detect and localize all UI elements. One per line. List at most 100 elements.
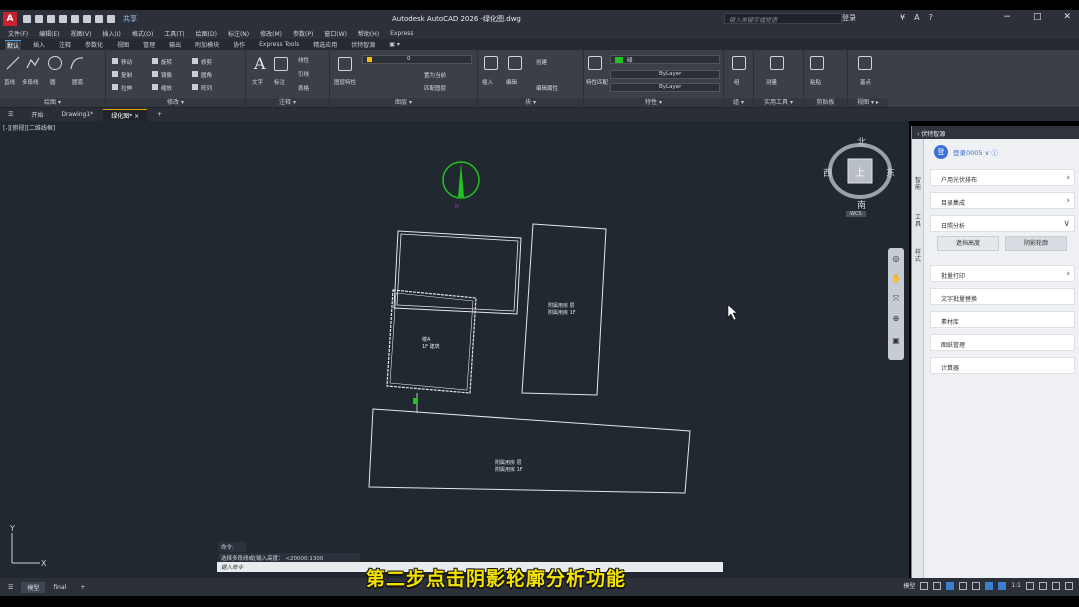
base-point-icon[interactable] bbox=[858, 56, 872, 70]
layer-match-label[interactable]: 匹配图层 bbox=[424, 84, 446, 92]
shadow-outline-button[interactable]: 阴影轮廓 bbox=[1005, 236, 1067, 251]
north-arrow[interactable] bbox=[442, 161, 480, 199]
panel-item-text-replace[interactable]: 文字批量替换 bbox=[930, 288, 1075, 305]
panel-item-pv-layout[interactable]: 户用光伏排布 › bbox=[930, 169, 1075, 186]
modify-array-label[interactable]: 阵列 bbox=[201, 84, 212, 92]
menu-item-express[interactable]: Express bbox=[390, 30, 413, 37]
lineweight-dropdown[interactable]: ByLayer bbox=[610, 83, 720, 92]
sign-in-button[interactable]: 登录 bbox=[842, 13, 856, 23]
obstruction-height-button[interactable]: 遮挡高度 bbox=[937, 236, 999, 251]
circle-icon[interactable] bbox=[48, 56, 62, 70]
copy-icon[interactable] bbox=[112, 71, 118, 77]
workspace-gear-icon[interactable] bbox=[1026, 581, 1034, 590]
annot-leader-label[interactable]: 引线 bbox=[298, 70, 309, 78]
annotation-scale[interactable]: 1:1 bbox=[1011, 582, 1021, 589]
avatar[interactable]: 登 bbox=[934, 145, 948, 159]
orbit-icon[interactable]: ⊕ bbox=[891, 314, 901, 324]
add-layout-button[interactable]: + bbox=[74, 583, 91, 592]
tab-insert[interactable]: 插入 bbox=[31, 40, 47, 49]
share-button[interactable]: 共享 bbox=[123, 14, 137, 24]
measure-icon[interactable] bbox=[770, 56, 784, 70]
viewcube-top-face[interactable]: 上 bbox=[855, 164, 865, 179]
ribbon-group-block-label[interactable]: 块 ▾ bbox=[478, 98, 583, 107]
polar-icon[interactable] bbox=[959, 581, 968, 590]
edit-block-icon[interactable] bbox=[508, 56, 522, 70]
viewcube-west[interactable]: 西 bbox=[823, 166, 832, 179]
tab-output[interactable]: 输出 bbox=[167, 40, 183, 49]
minimize-button[interactable]: − bbox=[1003, 12, 1011, 22]
building-b-outline[interactable] bbox=[393, 230, 522, 315]
trim-icon[interactable] bbox=[192, 58, 198, 64]
color-dropdown[interactable]: 绿 bbox=[610, 55, 720, 64]
osnap-icon[interactable] bbox=[972, 581, 981, 590]
menu-item-insert[interactable]: 插入(I) bbox=[102, 29, 120, 38]
ribbon-group-view-label[interactable]: 视图 ▾ ▸ bbox=[848, 98, 888, 107]
plot-icon[interactable] bbox=[71, 14, 79, 23]
tab-featured-apps[interactable]: 精选应用 bbox=[311, 40, 339, 49]
menu-item-tools[interactable]: 工具(T) bbox=[164, 29, 184, 38]
tab-model[interactable]: 模型 bbox=[21, 581, 46, 593]
panel-item-catalog[interactable]: 目录集成 › bbox=[930, 192, 1075, 209]
modify-copy-label[interactable]: 复制 bbox=[121, 71, 132, 79]
isolate-icon[interactable] bbox=[1039, 581, 1047, 590]
ribbon-group-properties-label[interactable]: 特性 ▾ bbox=[584, 98, 723, 107]
search-input[interactable]: 键入关键字或短语 bbox=[724, 13, 842, 24]
snap-icon[interactable] bbox=[933, 581, 942, 590]
open-icon[interactable] bbox=[35, 14, 43, 23]
modify-mirror-label[interactable]: 镜像 bbox=[161, 71, 172, 79]
panel-title[interactable]: ‹ 伏特智源 bbox=[912, 126, 1079, 139]
print-icon[interactable] bbox=[83, 14, 91, 23]
maximize-button[interactable]: □ bbox=[1033, 12, 1042, 22]
hamburger-icon[interactable]: ☰ bbox=[0, 110, 21, 119]
line-icon[interactable] bbox=[6, 56, 20, 70]
ribbon-group-modify-label[interactable]: 修改 ▾ bbox=[106, 98, 245, 107]
viewcube-north[interactable]: 北 bbox=[857, 135, 866, 148]
otrack-icon[interactable] bbox=[985, 581, 994, 590]
text-icon[interactable]: A bbox=[254, 54, 266, 73]
polyline-icon[interactable] bbox=[26, 56, 40, 70]
tab-more[interactable]: ▣ ▾ bbox=[387, 41, 402, 48]
layer-set-current-label[interactable]: 置为当前 bbox=[424, 71, 446, 79]
ribbon-group-clipboard-label[interactable]: 剪贴板 bbox=[804, 98, 847, 107]
vtab-smart[interactable]: 智能 bbox=[913, 177, 923, 191]
cart-icon[interactable]: ¥ bbox=[900, 13, 905, 22]
menu-item-edit[interactable]: 编辑(E) bbox=[39, 29, 59, 38]
scale-icon[interactable] bbox=[152, 84, 158, 90]
menu-item-window[interactable]: 窗口(W) bbox=[324, 29, 347, 38]
tab-collaborate[interactable]: 协作 bbox=[231, 40, 247, 49]
help-icon[interactable]: ? bbox=[929, 13, 933, 22]
menu-item-format[interactable]: 格式(O) bbox=[132, 29, 153, 38]
arc-icon[interactable] bbox=[70, 56, 84, 70]
modify-rotate-label[interactable]: 旋转 bbox=[161, 58, 172, 66]
pan-icon[interactable]: ✋ bbox=[891, 274, 901, 284]
modify-move-label[interactable]: 移动 bbox=[121, 58, 132, 66]
rotate-icon[interactable] bbox=[152, 58, 158, 64]
modify-stretch-label[interactable]: 拉伸 bbox=[121, 84, 132, 92]
vtab-style[interactable]: 样式 bbox=[913, 249, 923, 263]
ribbon-group-utilities-label[interactable]: 实用工具 ▾ bbox=[754, 98, 803, 107]
steering-wheel-icon[interactable]: ◎ bbox=[891, 254, 901, 264]
tab-default[interactable]: 默认 bbox=[5, 39, 22, 50]
dimension-icon[interactable] bbox=[274, 57, 288, 71]
building-d-outline[interactable] bbox=[368, 408, 691, 494]
linetype-dropdown[interactable]: ByLayer bbox=[610, 70, 720, 79]
tab-drawing1[interactable]: Drawing1* bbox=[53, 110, 101, 119]
block-attr-label[interactable]: 编辑属性 bbox=[536, 84, 558, 92]
green-marker[interactable] bbox=[413, 398, 417, 404]
app-menu-button[interactable]: A bbox=[3, 11, 17, 26]
ribbon-group-annotation-label[interactable]: 注释 ▾ bbox=[246, 98, 329, 107]
mirror-icon[interactable] bbox=[152, 71, 158, 77]
redo-icon[interactable] bbox=[107, 14, 115, 23]
viewcube[interactable]: 北 南 东 西 上 WCS bbox=[820, 131, 902, 221]
layout-menu-icon[interactable]: ☰ bbox=[2, 583, 19, 592]
annot-table-label[interactable]: 表格 bbox=[298, 84, 309, 92]
panel-item-calculator[interactable]: 计算器 bbox=[930, 357, 1075, 374]
layer-dropdown[interactable]: 0 bbox=[362, 55, 472, 64]
tab-addins[interactable]: 附加模块 bbox=[193, 40, 221, 49]
tab-parametric[interactable]: 参数化 bbox=[83, 40, 105, 49]
showmotion-icon[interactable]: ▣ bbox=[891, 336, 901, 346]
panel-user-name[interactable]: 登录0005 ∨ ⓘ bbox=[953, 147, 998, 157]
menu-item-draw[interactable]: 绘图(D) bbox=[196, 29, 217, 38]
ortho-icon[interactable] bbox=[946, 581, 955, 590]
close-button[interactable]: ✕ bbox=[1063, 12, 1071, 22]
